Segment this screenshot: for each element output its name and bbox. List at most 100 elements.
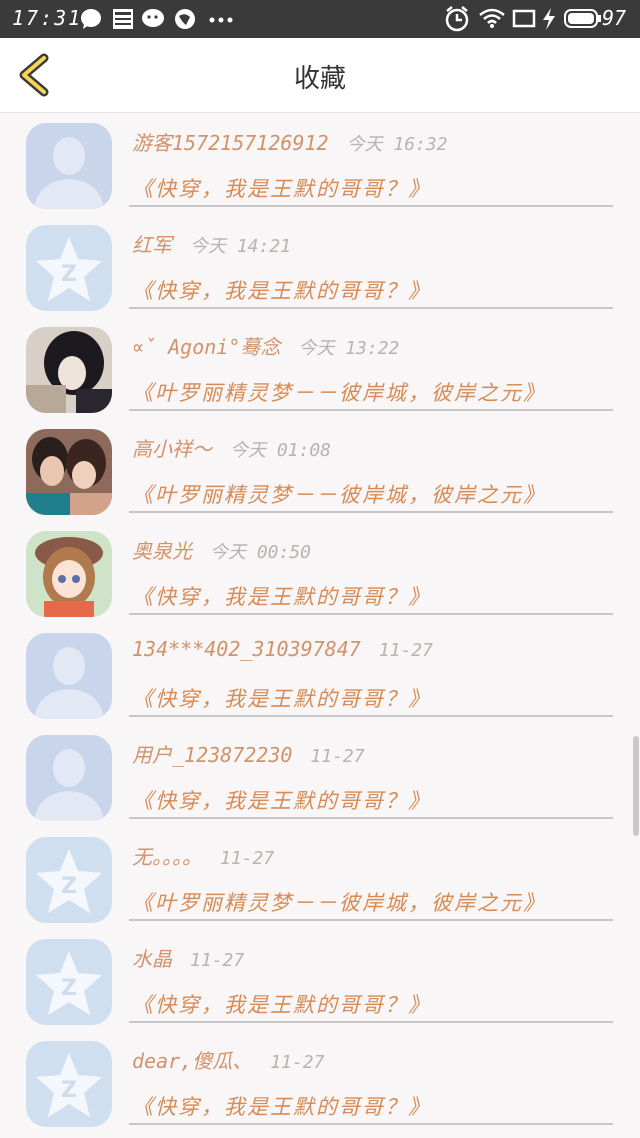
divider (129, 205, 613, 207)
status-bar: 17:31 97 (0, 0, 640, 38)
page-title: 收藏 (293, 64, 346, 94)
item-meta: 奥泉光 今天 00:50 (132, 535, 311, 564)
list-item[interactable]: 奥泉光 今天 00:50 《快穿，我是王默的哥哥？》 (0, 521, 640, 623)
book-title[interactable]: 《快穿，我是王默的哥哥？》 (132, 581, 431, 611)
scrollbar[interactable] (633, 736, 639, 836)
svg-text:Z: Z (61, 1078, 77, 1103)
status-time: 17:31 (12, 6, 83, 30)
book-title[interactable]: 《快穿，我是王默的哥哥？》 (132, 785, 431, 815)
item-meta: 134***402_310397847 11-27 (132, 637, 433, 661)
user-photo-icon (26, 429, 112, 515)
user-name: 游客1572157126912 (132, 131, 329, 155)
book-title[interactable]: 《快穿，我是王默的哥哥？》 (132, 173, 431, 203)
user-name: 高小祥～ (132, 437, 212, 461)
charge-icon (543, 8, 555, 30)
avatar[interactable] (26, 735, 112, 821)
timestamp: 今天 16:32 (346, 134, 448, 155)
news-icon (113, 9, 133, 29)
book-title[interactable]: 《快穿，我是王默的哥哥？》 (132, 275, 431, 305)
book-title[interactable]: 《快穿，我是王默的哥哥？》 (132, 683, 431, 713)
timestamp: 11-27 (190, 950, 245, 971)
item-meta: 水晶 11-27 (132, 943, 244, 972)
divider (129, 511, 613, 513)
item-meta: 游客1572157126912 今天 16:32 (132, 127, 448, 156)
star-logo-icon: Z (26, 939, 112, 1025)
timestamp: 11-27 (220, 848, 275, 869)
svg-text:Z: Z (61, 976, 77, 1001)
divider (129, 715, 613, 717)
item-meta: ∝ˇ Agoni°蓦念 今天 13:22 (132, 331, 399, 360)
timestamp: 今天 00:50 (210, 542, 312, 563)
user-name: 红军 (132, 233, 172, 257)
user-name: 水晶 (132, 947, 172, 971)
default-person-icon (26, 735, 112, 821)
avatar[interactable]: Z (26, 939, 112, 1025)
divider (129, 817, 613, 819)
list-item[interactable]: 134***402_310397847 11-27 《快穿，我是王默的哥哥？》 (0, 623, 640, 725)
anime-girl-icon (26, 531, 112, 617)
list-item[interactable]: Z 无。。。。 11-27 《叶罗丽精灵梦－－彼岸城，彼岸之元》 (0, 827, 640, 929)
wechat-icon (142, 9, 164, 27)
timestamp: 11-27 (310, 746, 365, 767)
user-photo-icon (26, 327, 112, 413)
divider (129, 613, 613, 615)
avatar[interactable] (26, 531, 112, 617)
divider (129, 1123, 613, 1125)
avatar[interactable] (26, 327, 112, 413)
timestamp: 今天 14:21 (190, 236, 292, 257)
avatar[interactable] (26, 123, 112, 209)
timestamp: 11-27 (270, 1052, 325, 1073)
more-dots-icon (209, 17, 233, 23)
battery-percent: 97 (602, 6, 627, 30)
book-title[interactable]: 《快穿，我是王默的哥哥？》 (132, 1091, 431, 1121)
list-item[interactable]: Z 水晶 11-27 《快穿，我是王默的哥哥？》 (0, 929, 640, 1031)
screen-icon (512, 9, 536, 28)
list-item[interactable]: Z dear,傻瓜、 11-27 《快穿，我是王默的哥哥？》 (0, 1031, 640, 1133)
star-logo-icon: Z (26, 837, 112, 923)
timestamp: 今天 13:22 (298, 338, 400, 359)
list-item[interactable]: 高小祥～ 今天 01:08 《叶罗丽精灵梦－－彼岸城，彼岸之元》 (0, 419, 640, 521)
item-meta: 用户_123872230 11-27 (132, 739, 365, 768)
list-item[interactable]: 游客1572157126912 今天 16:32 《快穿，我是王默的哥哥？》 (0, 113, 640, 215)
item-meta: 高小祥～ 今天 01:08 (132, 433, 331, 462)
alarm-icon (445, 6, 469, 32)
user-name: 无。。。。 (132, 845, 202, 869)
item-meta: 红军 今天 14:21 (132, 229, 291, 258)
book-title[interactable]: 《叶罗丽精灵梦－－彼岸城，彼岸之元》 (132, 887, 546, 917)
avatar[interactable] (26, 429, 112, 515)
default-person-icon (26, 633, 112, 719)
divider (129, 919, 613, 921)
chat-bubble-icon (81, 9, 101, 29)
list-item[interactable]: Z 红军 今天 14:21 《快穿，我是王默的哥哥？》 (0, 215, 640, 317)
item-meta: dear,傻瓜、 11-27 (132, 1045, 324, 1074)
default-person-icon (26, 123, 112, 209)
svg-text:Z: Z (61, 262, 77, 287)
user-name: ∝ˇ Agoni°蓦念 (132, 335, 281, 359)
user-name: dear,傻瓜、 (132, 1049, 253, 1073)
book-title[interactable]: 《叶罗丽精灵梦－－彼岸城，彼岸之元》 (132, 377, 546, 407)
user-name: 奥泉光 (132, 539, 192, 563)
list-item[interactable]: 用户_123872230 11-27 《快穿，我是王默的哥哥？》 (0, 725, 640, 827)
item-meta: 无。。。。 11-27 (132, 841, 274, 870)
book-title[interactable]: 《叶罗丽精灵梦－－彼岸城，彼岸之元》 (132, 479, 546, 509)
avatar[interactable]: Z (26, 837, 112, 923)
user-name: 134***402_310397847 (132, 637, 361, 661)
divider (129, 1021, 613, 1023)
timestamp: 11-27 (378, 640, 433, 661)
list-item[interactable]: ∝ˇ Agoni°蓦念 今天 13:22 《叶罗丽精灵梦－－彼岸城，彼岸之元》 (0, 317, 640, 419)
divider (129, 409, 613, 411)
user-name: 用户_123872230 (132, 743, 293, 767)
timestamp: 今天 01:08 (230, 440, 332, 461)
avatar[interactable] (26, 633, 112, 719)
star-logo-icon: Z (26, 225, 112, 311)
book-title[interactable]: 《快穿，我是王默的哥哥？》 (132, 989, 431, 1019)
wifi-icon (479, 8, 505, 28)
avatar[interactable]: Z (26, 225, 112, 311)
header-bar: 收藏 (0, 38, 640, 113)
divider (129, 307, 613, 309)
battery-icon (564, 9, 601, 28)
ball-icon (175, 9, 195, 29)
star-logo-icon: Z (26, 1041, 112, 1127)
avatar[interactable]: Z (26, 1041, 112, 1127)
svg-text:Z: Z (61, 874, 77, 899)
